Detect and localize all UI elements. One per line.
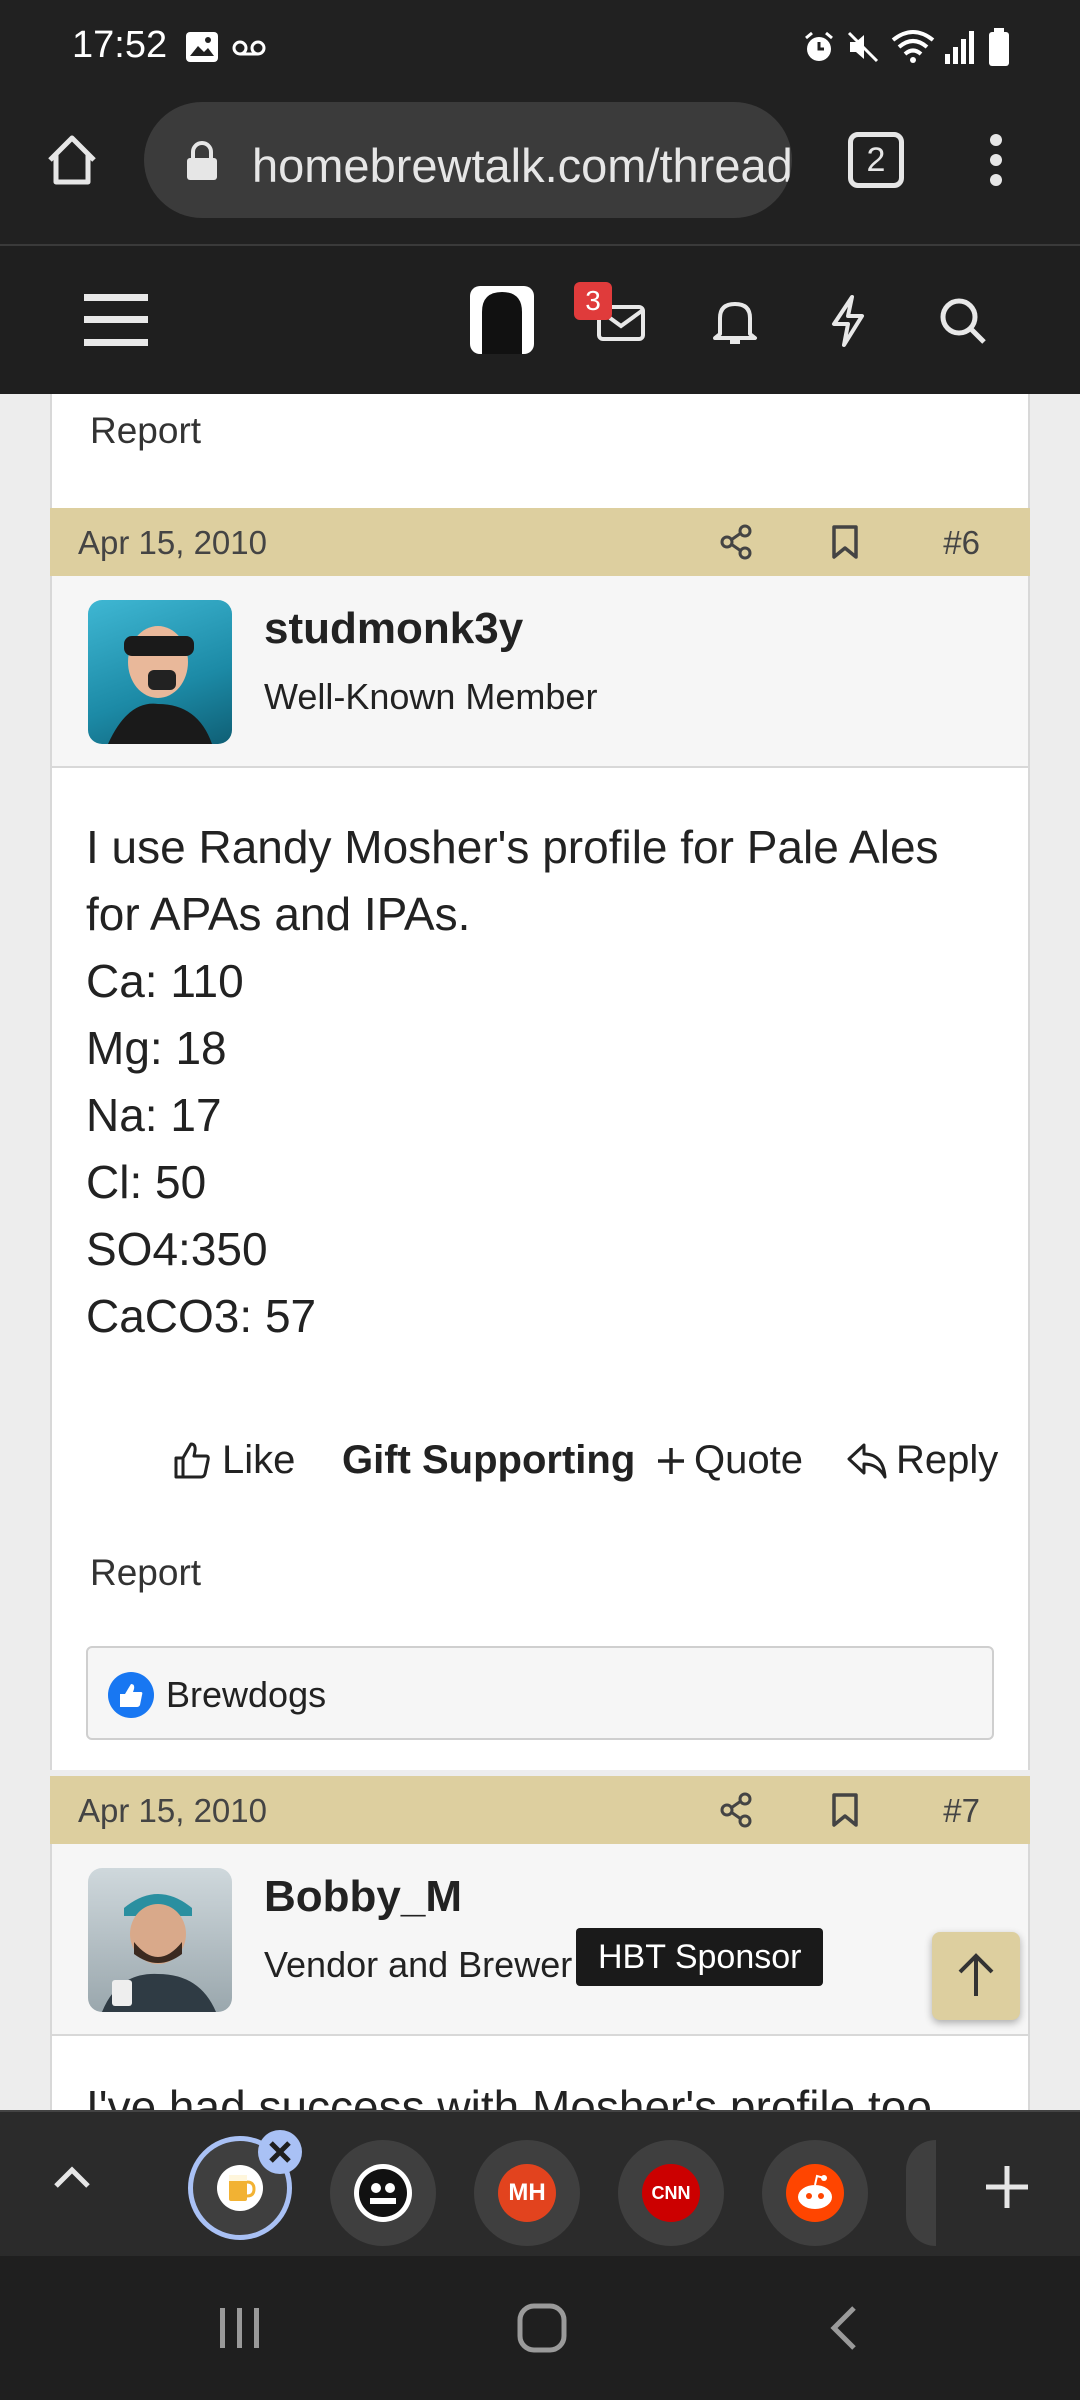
gallery-icon [184,30,220,64]
prev-report-link[interactable]: Report [90,410,201,452]
message-line: Na: 17 [86,1089,222,1141]
gift-supporting-button[interactable]: Gift Supporting [342,1438,635,1483]
home-icon[interactable] [44,132,100,188]
like-label[interactable]: Like [222,1438,295,1483]
inbox-badge: 3 [574,282,612,320]
message-line: Cl: 50 [86,1156,207,1208]
message-line: I use Randy Mosher's profile for Pale Al… [86,821,939,873]
site-header: 3 [0,246,1080,394]
wifi-icon [890,28,936,64]
hamburger-menu-icon[interactable] [84,294,148,346]
reply-label[interactable]: Reply [896,1438,998,1483]
reply-arrow-icon [847,1443,887,1479]
avatar[interactable] [88,1868,232,2012]
site-logo-icon [354,2164,412,2222]
user-title: Well-Known Member [264,676,598,717]
thumbs-up-icon [174,1442,210,1479]
username[interactable]: studmonk3y [264,604,523,654]
user-avatar-button[interactable] [470,286,534,354]
scroll-top-button[interactable] [932,1932,1020,2020]
post-7-header: Apr 15, 2010 #7 [50,1776,1030,1844]
tab-reddit[interactable] [762,2140,868,2246]
tab-mh[interactable]: MH [474,2140,580,2246]
post-7-user: Bobby_M Vendor and Brewer HBT Sponsor [50,1844,1030,2036]
tab-site-2[interactable] [330,2140,436,2246]
url-field[interactable]: homebrewtalk.com/threads [144,102,792,218]
report-link[interactable]: Report [90,1552,201,1594]
lightning-icon[interactable] [826,294,870,348]
mh-logo: MH [498,2164,556,2222]
cnn-logo: CNN [642,2164,700,2222]
message-line: SO4:350 [86,1223,268,1275]
reaction-user[interactable]: Brewdogs [166,1674,326,1716]
tab-switcher-button[interactable]: 2 [848,132,904,188]
sponsor-badge: HBT Sponsor [576,1928,824,1986]
arrow-up-icon [958,1953,994,1996]
more-options-icon[interactable] [988,132,1004,188]
signal-icon [944,30,974,64]
message-line: CaCO3: 57 [86,1290,317,1342]
status-time: 17:52 [72,24,168,66]
browser-toolbar: homebrewtalk.com/threads 2 [0,96,1080,246]
message-line: I've had success with Mosher's profile t… [86,2081,932,2110]
chevron-up-icon[interactable] [52,2166,92,2190]
tab-strip: MH CNN [0,2110,1080,2256]
home-button-icon[interactable] [516,2302,568,2354]
bookmark-icon[interactable] [830,1792,860,1828]
tab-count: 2 [866,141,886,179]
battery-icon [988,28,1010,66]
like-reaction-icon [108,1672,154,1718]
back-icon[interactable] [828,2304,858,2352]
message-line: for APAs and IPAs. [86,888,471,940]
post-7-number[interactable]: #7 [943,1792,980,1830]
reddit-icon [786,2164,844,2222]
new-tab-icon[interactable] [984,2164,1030,2210]
beer-icon [217,2165,263,2211]
reactions-bar[interactable]: Brewdogs [86,1646,994,1740]
tab-partial[interactable] [906,2140,936,2246]
thread-content: Report Apr 15, 2010 #6 studmonk3y Well-K… [0,394,1080,2110]
message-line: Mg: 18 [86,1022,227,1074]
system-nav-bar [0,2256,1080,2400]
bookmark-icon[interactable] [830,524,860,560]
post-6-number[interactable]: #6 [943,524,980,562]
voicemail-icon [232,38,266,58]
user-title: Vendor and Brewer [264,1944,573,1985]
post-6-user: studmonk3y Well-Known Member [50,576,1030,768]
post-7-message: I've had success with Mosher's profile t… [86,2074,932,2110]
post-6-date[interactable]: Apr 15, 2010 [78,524,267,562]
avatar[interactable] [88,600,232,744]
username[interactable]: Bobby_M [264,1872,462,1922]
mute-icon [846,30,880,64]
recent-apps-icon[interactable] [216,2306,264,2350]
search-icon[interactable] [938,296,988,346]
post-7-date[interactable]: Apr 15, 2010 [78,1792,267,1830]
post-6-header: Apr 15, 2010 #6 [50,508,1030,576]
tab-cnn[interactable]: CNN [618,2140,724,2246]
message-line: Ca: 110 [86,955,244,1007]
bell-icon[interactable] [712,296,758,346]
share-icon[interactable] [718,1792,754,1828]
status-bar: 17:52 [0,0,1080,96]
close-tab-icon[interactable] [258,2130,302,2174]
quote-label[interactable]: Quote [694,1438,803,1483]
lock-icon[interactable] [184,140,220,182]
post-6-message: I use Randy Mosher's profile for Pale Al… [86,814,939,1350]
url-text[interactable]: homebrewtalk.com/threads [252,138,792,193]
share-icon[interactable] [718,524,754,560]
alarm-icon [802,30,836,64]
plus-icon [658,1448,684,1474]
